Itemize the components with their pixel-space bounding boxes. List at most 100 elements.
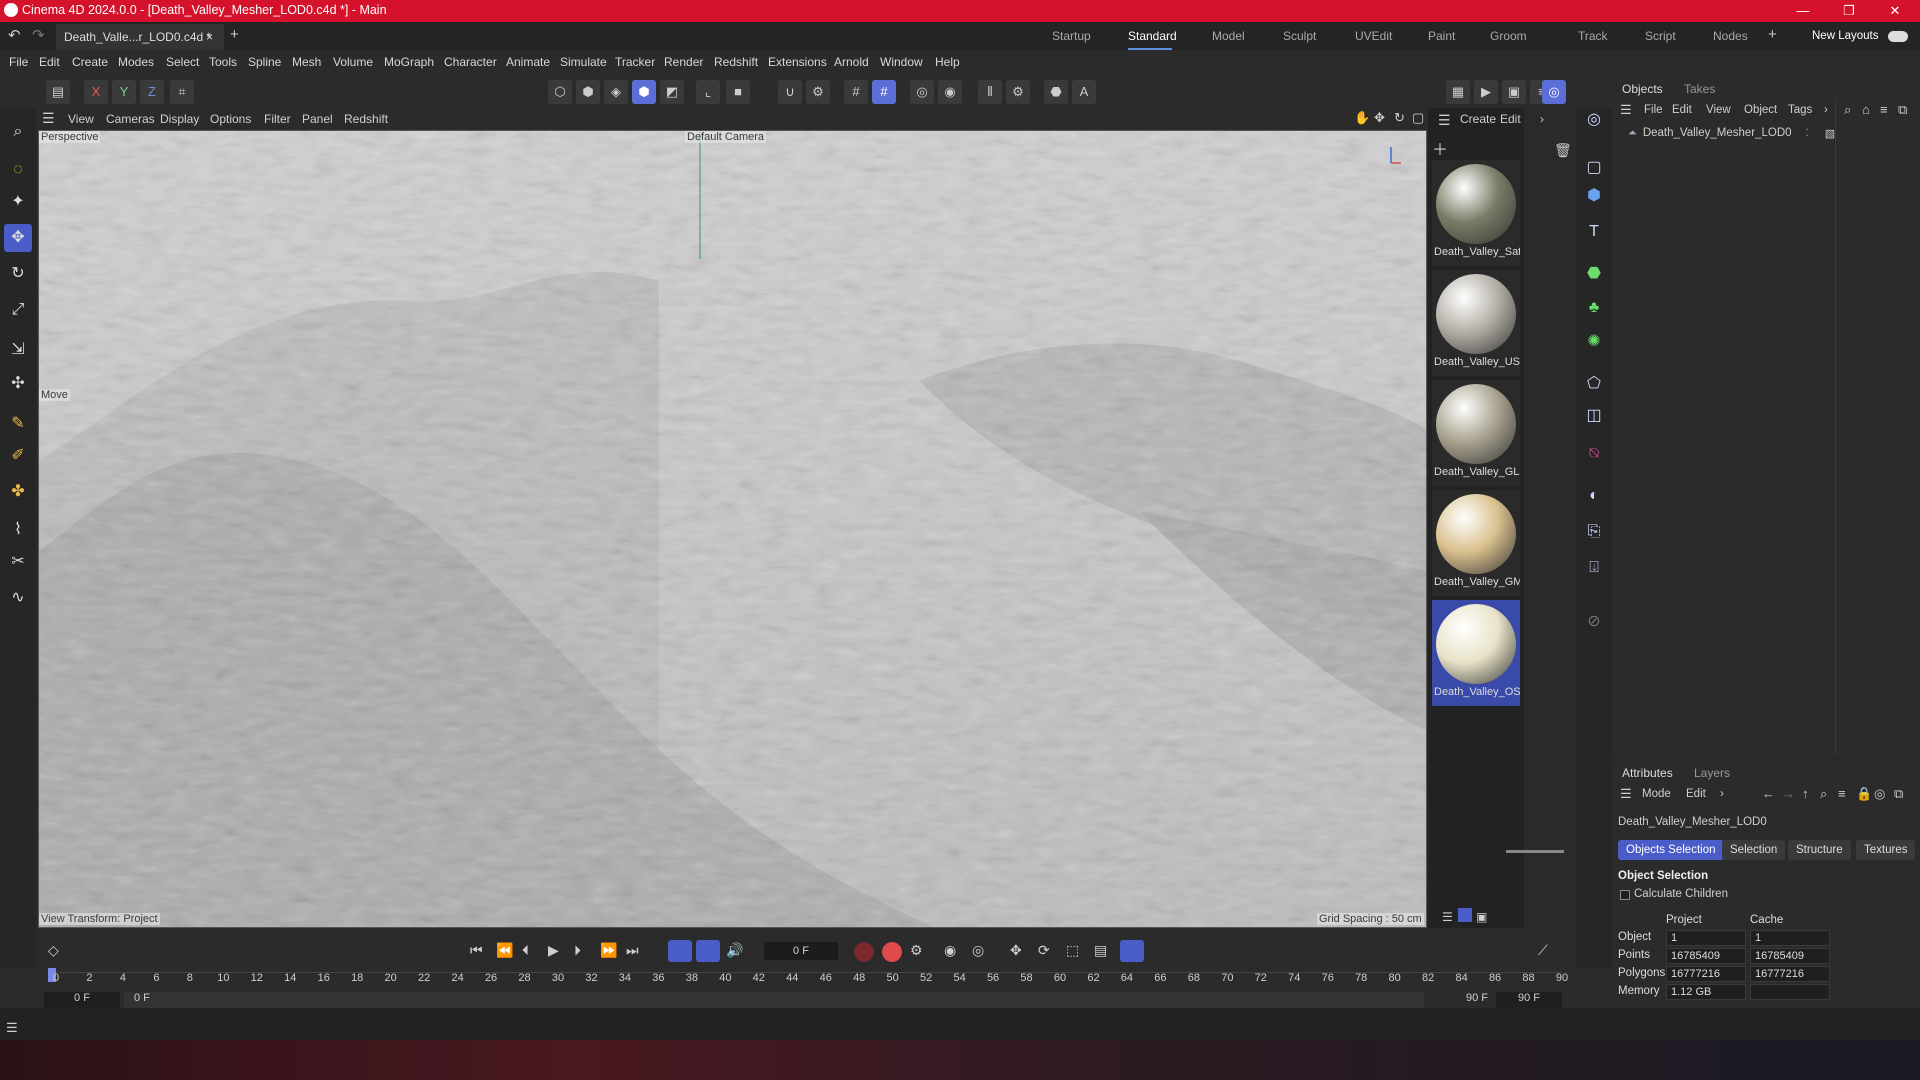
attributes-target-icon[interactable]: ◎ — [1874, 786, 1885, 802]
layout-tab-groom[interactable]: Groom — [1490, 22, 1527, 50]
viewport-menu-filter[interactable]: Filter — [264, 112, 291, 126]
deformer-icon[interactable]: ⬠ — [1580, 370, 1608, 398]
cloner-icon[interactable]: ⬣ — [1580, 260, 1608, 288]
dot-target-icon[interactable]: ◉ — [938, 80, 962, 104]
keyframe-settings-icon[interactable]: ⚙ — [910, 942, 923, 959]
arnold-icon[interactable]: A — [1072, 80, 1096, 104]
phong-tag-icon[interactable]: ▧ — [1825, 127, 1835, 140]
tab-takes[interactable]: Takes — [1684, 82, 1715, 96]
model-mode-icon[interactable]: ▤ — [46, 80, 70, 104]
forward-arrow-icon[interactable]: → — [1782, 786, 1795, 801]
subtab-structure[interactable]: Structure — [1788, 840, 1851, 860]
add-layout-button[interactable]: + — [1768, 26, 1777, 43]
visibility-dots-icon[interactable]: ⁚ — [1806, 128, 1809, 139]
new-tab-button[interactable]: + — [230, 26, 239, 43]
menu-volume[interactable]: Volume — [333, 55, 373, 69]
layout-tab-track[interactable]: Track — [1578, 22, 1608, 50]
menu-mesh[interactable]: Mesh — [292, 55, 321, 69]
material-swatch[interactable]: Death_Valley_Sate — [1432, 160, 1520, 266]
brush-icon[interactable]: ⌇ — [4, 516, 32, 544]
preview-start-field[interactable]: 0 F — [44, 992, 120, 1008]
spline-tools-icon[interactable]: ✐ — [4, 442, 32, 470]
restore-button[interactable]: ❐ — [1826, 0, 1872, 22]
material-swatch[interactable]: Death_Valley_OSM — [1432, 600, 1520, 706]
subtab-textures[interactable]: Textures — [1856, 840, 1916, 860]
menu-mograph[interactable]: MoGraph — [384, 55, 434, 69]
menu-help[interactable]: Help — [935, 55, 960, 69]
solo-icon[interactable]: ■ — [726, 80, 750, 104]
menu-redshift[interactable]: Redshift — [714, 55, 758, 69]
axis-mode-icon[interactable]: ⌞ — [696, 80, 720, 104]
material-menu-edit[interactable]: Edit — [1500, 112, 1521, 126]
mograph-icon[interactable]: ♣ — [1580, 294, 1608, 322]
maximize-view-icon[interactable]: ▢ — [1412, 110, 1424, 126]
go-to-end-icon[interactable]: ⏭ — [626, 942, 639, 959]
tab-objects[interactable]: Objects — [1622, 82, 1663, 96]
menu-render[interactable]: Render — [664, 55, 703, 69]
sculpt-tool-icon[interactable]: ∿ — [4, 584, 32, 612]
objects-menu-more[interactable]: › — [1824, 104, 1828, 116]
text-object-icon[interactable]: T — [1580, 218, 1608, 246]
menu-create[interactable]: Create — [72, 55, 108, 69]
key-position-icon[interactable]: ◉ — [944, 942, 956, 959]
objects-menu-object[interactable]: Object — [1744, 104, 1777, 116]
loop-toggle[interactable] — [668, 940, 692, 962]
timeline-graph-icon[interactable]: ⟋ — [1538, 942, 1548, 959]
material-swatch[interactable]: Death_Valley_USA — [1432, 270, 1520, 376]
y-axis-toggle[interactable]: Y — [112, 80, 136, 104]
settings-icon[interactable]: ⚙ — [806, 80, 830, 104]
next-key-icon[interactable]: ⏩ — [600, 942, 617, 959]
key-param-icon[interactable]: ⟳ — [1038, 942, 1050, 959]
attributes-menu-more[interactable]: › — [1720, 788, 1724, 800]
cube-primitive-icon[interactable]: ▢ — [1580, 154, 1608, 182]
project-end-field[interactable]: 90 F — [1496, 992, 1562, 1008]
zoom-search-icon[interactable]: ⌕ — [4, 118, 32, 146]
camera-icon[interactable]: ⎘ — [1580, 518, 1608, 546]
objects-menu-file[interactable]: File — [1644, 104, 1663, 116]
viewport-hamburger-icon[interactable]: ☰ — [42, 110, 55, 127]
snap-enabled-icon[interactable]: # — [872, 80, 896, 104]
knife-tool-icon[interactable]: ✂ — [4, 548, 32, 576]
autokey-icon[interactable] — [882, 942, 902, 962]
motion-path-toggle[interactable] — [1120, 940, 1144, 962]
viewport-menu-display[interactable]: Display — [160, 112, 199, 126]
menu-tools[interactable]: Tools — [209, 55, 237, 69]
move-tool-icon[interactable]: ✥ — [4, 224, 32, 252]
timeline-ruler[interactable] — [50, 972, 1562, 973]
grid-view-icon[interactable] — [1458, 908, 1472, 922]
layout-tab-nodes[interactable]: Nodes — [1713, 22, 1748, 50]
environment-icon[interactable]: ◐ — [1580, 482, 1608, 510]
list-view-icon[interactable]: ☰ — [1442, 910, 1453, 924]
record-icon[interactable] — [854, 942, 874, 962]
transform-tool-icon[interactable]: ✣ — [4, 370, 32, 398]
symmetry-icon[interactable]: ⫴ — [978, 80, 1002, 104]
objects-menu-view[interactable]: View — [1706, 104, 1731, 116]
subtab-selection[interactable]: Selection — [1722, 840, 1786, 860]
material-menu-hamburger-icon[interactable]: ☰ — [1438, 112, 1451, 129]
material-swatch[interactable]: Death_Valley_GMa — [1432, 490, 1520, 596]
key-rotation-icon[interactable]: ◎ — [972, 942, 984, 959]
render-active-view-icon[interactable]: ▣ — [1502, 80, 1526, 104]
x-axis-toggle[interactable]: X — [84, 80, 108, 104]
preview-end-field[interactable]: 90 F — [1428, 992, 1488, 1008]
objects-hamburger-icon[interactable]: ☰ — [1620, 102, 1632, 118]
key-scale-icon[interactable]: ✥ — [1010, 942, 1022, 959]
menu-window[interactable]: Window — [880, 55, 923, 69]
live-selection-icon[interactable]: ◌ — [4, 156, 32, 184]
pan-view-icon[interactable]: ✋ — [1354, 110, 1370, 126]
attributes-new-window-icon[interactable]: ⧉ — [1894, 786, 1903, 802]
subtab-objects-selection[interactable]: Objects Selection — [1618, 840, 1724, 860]
attributes-menu-mode[interactable]: Mode — [1642, 788, 1671, 800]
layout-tab-sculpt[interactable]: Sculpt — [1283, 22, 1316, 50]
close-tab-icon[interactable]: × — [206, 24, 213, 50]
menu-simulate[interactable]: Simulate — [560, 55, 607, 69]
dolly-view-icon[interactable]: ✥ — [1374, 110, 1385, 126]
objects-filter-icon[interactable]: ≡ — [1880, 102, 1888, 117]
back-arrow-icon[interactable]: ← — [1762, 786, 1775, 801]
rotate-tool-icon[interactable]: ↻ — [4, 260, 32, 288]
attributes-filter-icon[interactable]: ≡ — [1838, 786, 1846, 801]
new-layouts-label[interactable]: New Layouts — [1812, 30, 1878, 42]
menu-animate[interactable]: Animate — [506, 55, 550, 69]
menu-spline[interactable]: Spline — [248, 55, 281, 69]
spline-icon[interactable]: ⍉ — [1580, 440, 1608, 468]
